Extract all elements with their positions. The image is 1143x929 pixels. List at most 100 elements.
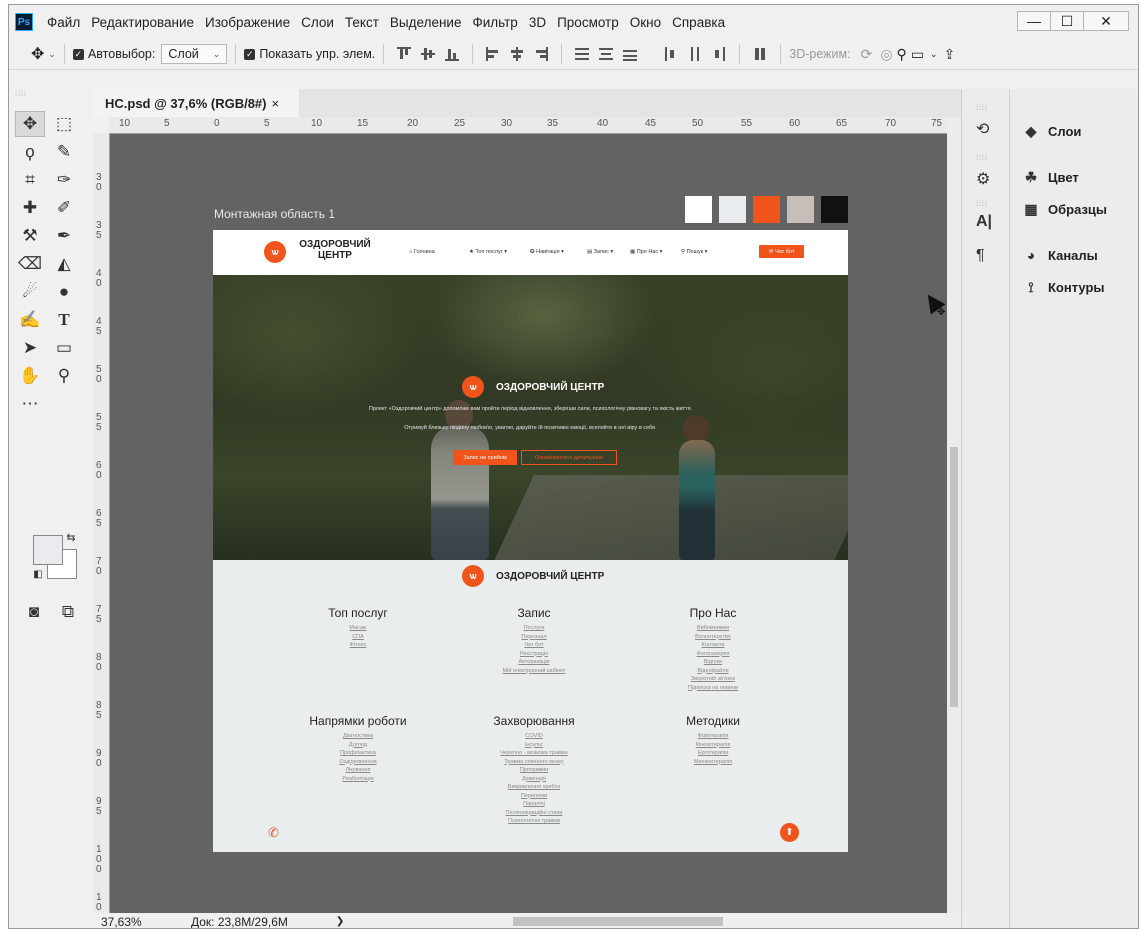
footer-link[interactable]: Діагностика xyxy=(273,732,443,741)
chat-bot-button[interactable]: ✉ Чат бот xyxy=(759,245,804,258)
brush-tool-icon[interactable]: ✐ xyxy=(49,195,79,221)
book-appointment-button[interactable]: Запис на прийом xyxy=(453,450,517,465)
artboard[interactable]: ѡ ОЗДОРОВЧИЙ ЦЕНТР ⌂ Головна ★ Топ послу… xyxy=(213,230,848,852)
footer-link[interactable]: Черепно - мозкова травма xyxy=(449,749,619,758)
footer-link[interactable]: Паралічі xyxy=(449,800,619,809)
properties-panel-icon[interactable]: ⚙ xyxy=(976,169,990,189)
panel-grip-icon[interactable]: ⁞⁞⁞⁞ xyxy=(976,155,988,162)
footer-link[interactable]: Зворотній зв'язок xyxy=(628,675,798,684)
horizontal-scroll-thumb[interactable] xyxy=(513,917,723,926)
footer-link[interactable]: СПА xyxy=(273,633,443,642)
blur-tool-icon[interactable]: ☄ xyxy=(15,279,45,305)
foreground-color-swatch[interactable] xyxy=(33,535,63,565)
footer-link[interactable]: Контакти xyxy=(628,641,798,650)
footer-link[interactable]: Деменція xyxy=(449,775,619,784)
close-button[interactable]: ✕ xyxy=(1083,11,1129,31)
footer-link[interactable]: Догляд xyxy=(273,741,443,750)
footer-link[interactable]: Механотерапія xyxy=(628,758,798,767)
zoom-tool-icon[interactable]: ⚲ xyxy=(49,363,79,389)
footer-link[interactable]: COVID xyxy=(449,732,619,741)
swap-colors-icon[interactable]: ⇆ xyxy=(63,529,79,545)
distribute-vcenter-icon[interactable] xyxy=(599,47,614,61)
move-tool-icon[interactable]: ✥ xyxy=(31,44,44,64)
color-panel-tab[interactable]: ☘ Цвет xyxy=(1020,169,1079,186)
minimize-button[interactable]: — xyxy=(1017,11,1051,31)
scroll-up-button[interactable]: ⬆ xyxy=(780,823,799,842)
footer-link[interactable]: Реєстрація xyxy=(449,650,619,659)
footer-link[interactable]: Післяопераційні стани xyxy=(449,809,619,818)
history-brush-tool-icon[interactable]: ✒ xyxy=(49,223,79,249)
menu-window[interactable]: Окно xyxy=(630,15,661,30)
footer-link[interactable]: Профілактика xyxy=(273,749,443,758)
stamp-tool-icon[interactable]: ⚒ xyxy=(15,223,45,249)
hand-tool-icon[interactable]: ✋ xyxy=(15,363,45,389)
footer-link[interactable]: Переломи xyxy=(449,792,619,801)
menu-edit[interactable]: Редактирование xyxy=(91,15,194,30)
footer-link[interactable]: Психологічні травми xyxy=(449,817,619,826)
search-icon[interactable]: ⚲ xyxy=(897,46,907,63)
footer-link[interactable]: Персонал xyxy=(449,633,619,642)
paths-panel-tab[interactable]: ⟟ Контуры xyxy=(1020,279,1104,296)
paragraph-panel-icon[interactable]: ¶ xyxy=(976,247,985,265)
footer-link[interactable]: Авторизація xyxy=(449,658,619,667)
footer-link[interactable]: Ерготерапія xyxy=(628,749,798,758)
panel-grip-icon[interactable]: ⁞⁞⁞⁞ xyxy=(976,201,988,208)
footer-link[interactable]: Мій електронний кабінет xyxy=(449,667,619,676)
footer-link[interactable]: Реабілітація xyxy=(273,775,443,784)
menu-3d[interactable]: 3D xyxy=(529,15,546,30)
pen-tool-icon[interactable]: ✍ xyxy=(15,307,45,333)
channels-panel-tab[interactable]: ◕ Каналы xyxy=(1020,247,1098,263)
footer-link[interactable]: Кінезотерапія xyxy=(628,741,798,750)
nav-about[interactable]: ▦ Про Нас ▾ xyxy=(630,249,662,255)
footer-link[interactable]: Фізіотерапія xyxy=(628,732,798,741)
marquee-tool-icon[interactable]: ⬚ xyxy=(49,111,79,137)
zoom-level[interactable]: 37,63% xyxy=(101,915,171,929)
workspace-icon[interactable]: ▭ xyxy=(911,46,924,63)
footer-link[interactable]: Фітнес xyxy=(273,641,443,650)
swatches-panel-tab[interactable]: ▦ Образцы xyxy=(1020,201,1107,218)
footer-link[interactable]: Вибомнимки xyxy=(628,624,798,633)
footer-link[interactable]: Підписка на новини xyxy=(628,684,798,693)
align-left-icon[interactable] xyxy=(486,47,500,61)
vertical-scrollbar[interactable] xyxy=(947,117,961,921)
status-menu-arrow-icon[interactable]: ❯ xyxy=(336,916,344,927)
footer-link[interactable]: Протравми xyxy=(449,766,619,775)
distribute-spacing-icon[interactable] xyxy=(753,47,767,61)
rectangle-tool-icon[interactable]: ▭ xyxy=(49,335,79,361)
tool-preset-chevron-icon[interactable]: ⌄ xyxy=(48,49,56,60)
history-panel-icon[interactable]: ⟲ xyxy=(976,119,989,139)
align-bottom-icon[interactable] xyxy=(445,47,460,61)
menu-help[interactable]: Справка xyxy=(672,15,725,30)
align-vertical-center-icon[interactable] xyxy=(421,47,436,61)
footer-link[interactable]: Оздоровлення xyxy=(273,758,443,767)
path-selection-tool-icon[interactable]: ➤ xyxy=(15,335,45,361)
close-tab-icon[interactable]: × xyxy=(272,96,280,111)
footer-link[interactable]: Фотогалерея xyxy=(628,650,798,659)
healing-brush-tool-icon[interactable]: ✚ xyxy=(15,195,45,221)
footer-link[interactable]: Лікування xyxy=(273,766,443,775)
menu-file[interactable]: Файл xyxy=(47,15,80,30)
share-icon[interactable]: ⇪ xyxy=(944,46,956,63)
menu-view[interactable]: Просмотр xyxy=(557,15,619,30)
more-tools-icon[interactable]: ⋯ xyxy=(15,391,45,417)
dodge-tool-icon[interactable]: ● xyxy=(49,279,79,305)
footer-link[interactable]: Викривлення хребта xyxy=(449,783,619,792)
show-controls-checkbox[interactable]: ✓ xyxy=(244,48,256,60)
footer-link[interactable]: Відеофайли xyxy=(628,667,798,676)
footer-link[interactable]: Чат бот xyxy=(449,641,619,650)
orbit-3d-icon[interactable]: ⟳ xyxy=(861,46,873,63)
align-top-icon[interactable] xyxy=(397,47,412,61)
move-tool-icon[interactable]: ✥ xyxy=(15,111,45,137)
nav-home[interactable]: ⌂ Головна xyxy=(409,249,435,255)
paint-bucket-tool-icon[interactable]: ◭ xyxy=(49,251,79,277)
autoselect-checkbox[interactable]: ✓ xyxy=(72,48,84,60)
footer-link[interactable]: Послуги xyxy=(449,624,619,633)
roll-3d-icon[interactable]: ◎ xyxy=(880,46,892,63)
menu-filter[interactable]: Фильтр xyxy=(472,15,517,30)
nav-booking[interactable]: ▤ Запис ▾ xyxy=(587,249,613,255)
footer-link[interactable]: Відгуки xyxy=(628,658,798,667)
autoselect-dropdown[interactable]: Слой ⌄ xyxy=(161,44,228,64)
type-tool-icon[interactable]: T xyxy=(49,307,79,333)
footer-link[interactable]: Волонтерство xyxy=(628,633,798,642)
distribute-hcenter-icon[interactable] xyxy=(688,47,702,61)
